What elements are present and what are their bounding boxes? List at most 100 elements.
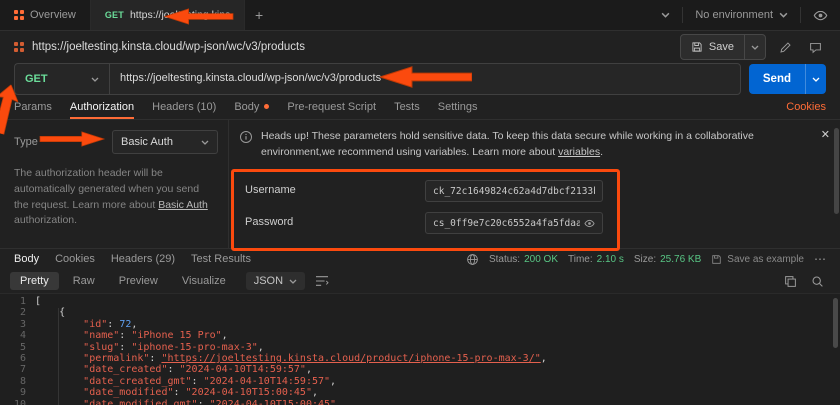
url-bar: GET https://joeltesting.kinsta.cloud/wp-… [0, 63, 840, 95]
tab-request[interactable]: GET https://joeltesting.kinst... [91, 0, 245, 30]
response-panel: Body Cookies Headers (29) Test Results S… [0, 249, 840, 405]
banner-body: Heads up! These parameters hold sensitiv… [261, 130, 754, 158]
tab-overview[interactable]: Overview [0, 0, 91, 30]
tab-authorization[interactable]: Authorization [70, 95, 134, 119]
auth-help-text: The authorization header will be automat… [14, 166, 216, 229]
auth-type-dropdown[interactable]: Basic Auth [112, 130, 218, 154]
time-label: Time: [568, 254, 593, 265]
password-value: cs_0ff9e7c20c6552a4fa5fdaa733061db... [433, 218, 580, 229]
username-input[interactable]: ck_72c1649824c62a4d7dbcf2133ba446aa... [425, 180, 603, 202]
authorization-panel: Type Basic Auth The authorization header… [0, 120, 840, 249]
tab-prerequest-script[interactable]: Pre-request Script [287, 95, 376, 119]
username-value: ck_72c1649824c62a4d7dbcf2133ba446aa... [433, 186, 595, 197]
line-number: 4 [0, 330, 35, 341]
tab-overflow-chevron-icon[interactable] [661, 12, 670, 18]
main-scrollbar-thumb[interactable] [834, 128, 839, 214]
postman-app: Overview GET https://joeltesting.kinst..… [0, 0, 840, 405]
save-as-example-label: Save as example [727, 254, 804, 265]
code-lines: 1[2 {3 "id": 72,4 "name": "iPhone 15 Pro… [0, 296, 840, 405]
comments-button[interactable] [804, 36, 826, 58]
response-view-toolbar: Pretty Raw Preview Visualize JSON [0, 269, 840, 294]
password-input[interactable]: cs_0ff9e7c20c6552a4fa5fdaa733061db... [425, 212, 603, 234]
auth-type-label: Type [14, 130, 38, 154]
response-more-icon[interactable]: ⋯ [814, 252, 826, 266]
tab-body[interactable]: Body [234, 95, 269, 119]
chevron-down-icon [779, 12, 788, 18]
method-label: GET [25, 73, 48, 85]
chevron-down-icon [91, 77, 99, 82]
edit-request-button[interactable] [774, 36, 796, 58]
banner-text: Heads up! These parameters hold sensitiv… [261, 128, 808, 161]
request-tab-title: https://joeltesting.kinst... [130, 9, 230, 21]
view-raw[interactable]: Raw [63, 272, 105, 290]
workspace-tab-bar: Overview GET https://joeltesting.kinst..… [0, 0, 840, 31]
info-icon [239, 130, 253, 144]
search-icon[interactable] [811, 275, 824, 288]
tab-params[interactable]: Params [14, 95, 52, 119]
code-line: 1[ [0, 296, 840, 307]
format-dropdown[interactable]: JSON [246, 272, 305, 290]
send-button[interactable]: Send [749, 64, 826, 94]
line-number: 1 [0, 296, 35, 307]
code-line: 7 "date_created": "2024-04-10T14:59:57", [0, 364, 840, 375]
variables-link[interactable]: variables [558, 146, 600, 158]
code-line: 8 "date_created_gmt": "2024-04-10T14:59:… [0, 376, 840, 387]
tab-tests[interactable]: Tests [394, 95, 420, 119]
topbar-right: No environment [649, 0, 840, 30]
environment-quick-look-eye-icon[interactable] [813, 8, 828, 23]
size-label: Size: [634, 254, 656, 265]
send-button-label[interactable]: Send [749, 64, 805, 94]
url-input[interactable]: https://joeltesting.kinsta.cloud/wp-json… [109, 63, 741, 95]
request-header: https://joeltesting.kinsta.cloud/wp-json… [0, 31, 840, 63]
save-as-example-button[interactable]: Save as example [711, 254, 804, 265]
status-badge: Status:200 OK [489, 254, 558, 265]
globe-icon[interactable] [466, 253, 479, 266]
line-number: 9 [0, 387, 35, 398]
save-floppy-icon [691, 41, 703, 53]
size-badge: Size:25.76 KB [634, 254, 701, 265]
code-line: 9 "date_modified": "2024-04-10T15:00:45"… [0, 387, 840, 398]
cookies-link[interactable]: Cookies [786, 95, 826, 119]
method-dropdown[interactable]: GET [14, 63, 109, 95]
basic-auth-link[interactable]: Basic Auth [158, 199, 208, 211]
divider [682, 7, 683, 23]
body-modified-dot [264, 104, 269, 109]
divider [800, 7, 801, 23]
format-label: JSON [254, 275, 283, 287]
response-tab-test-results[interactable]: Test Results [191, 253, 251, 265]
chevron-down-icon [751, 45, 759, 50]
save-button-label: Save [709, 41, 734, 53]
tab-settings[interactable]: Settings [438, 95, 478, 119]
view-preview[interactable]: Preview [109, 272, 168, 290]
password-label: Password [245, 216, 293, 228]
line-number: 2 [0, 307, 35, 318]
comment-icon [809, 41, 822, 54]
copy-icon[interactable] [784, 275, 797, 288]
line-number: 10 [0, 399, 35, 405]
code-line: 10 "date_modified_gmt": "2024-04-10T15:0… [0, 399, 840, 405]
send-dropdown-toggle[interactable] [805, 64, 826, 94]
view-pretty[interactable]: Pretty [10, 272, 59, 290]
save-dropdown-toggle[interactable] [744, 35, 765, 59]
banner-suffix: . [600, 146, 603, 158]
response-tab-headers[interactable]: Headers (29) [111, 253, 175, 265]
environment-selector[interactable]: No environment [695, 9, 788, 21]
auth-type-value: Basic Auth [121, 136, 173, 148]
line-number: 5 [0, 342, 35, 353]
tab-headers[interactable]: Headers (10) [152, 95, 216, 119]
wrap-text-icon[interactable] [315, 275, 329, 287]
new-tab-button[interactable]: + [245, 0, 273, 30]
response-toolbar-right [784, 275, 830, 288]
response-scrollbar-thumb[interactable] [833, 298, 838, 348]
save-button-main[interactable]: Save [681, 35, 744, 59]
overview-tab-label: Overview [30, 9, 76, 21]
response-body-editor[interactable]: 1[2 {3 "id": 72,4 "name": "iPhone 15 Pro… [0, 294, 840, 405]
show-password-eye-icon[interactable] [584, 218, 595, 229]
auth-help-suffix: authorization. [14, 214, 77, 226]
view-visualize[interactable]: Visualize [172, 272, 236, 290]
response-tab-cookies[interactable]: Cookies [55, 253, 95, 265]
banner-close-icon[interactable]: ✕ [821, 128, 830, 141]
response-tab-body[interactable]: Body [14, 253, 39, 265]
pencil-icon [779, 41, 792, 54]
save-button[interactable]: Save [680, 34, 766, 60]
